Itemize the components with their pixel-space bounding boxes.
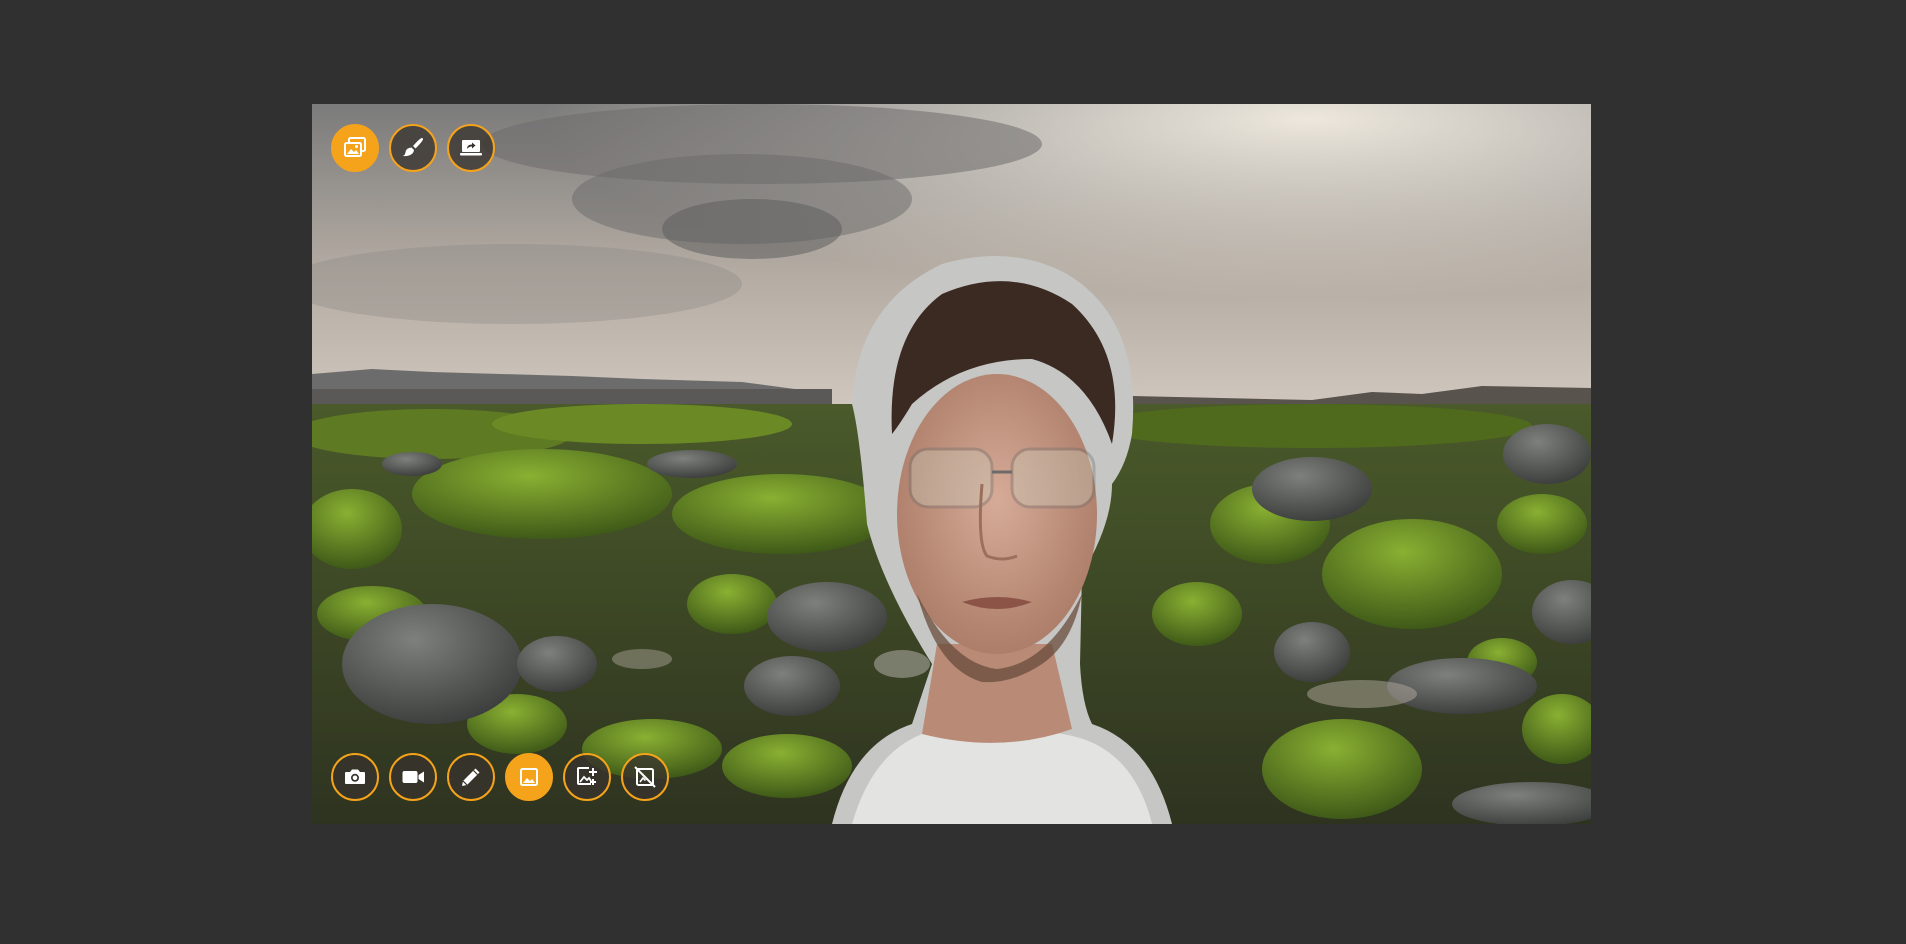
draw-button[interactable] xyxy=(447,753,495,801)
video-camera-icon xyxy=(402,771,424,783)
share-screen-icon xyxy=(460,140,482,156)
images-icon xyxy=(344,137,366,157)
add-image-icon xyxy=(577,767,597,785)
camera-icon xyxy=(345,769,365,784)
remove-background-button[interactable] xyxy=(621,753,669,801)
virtual-background-scene xyxy=(312,104,1591,824)
share-screen-button[interactable] xyxy=(447,124,495,172)
image-icon xyxy=(520,768,538,786)
background-image-button[interactable] xyxy=(505,753,553,801)
background-images-button[interactable] xyxy=(331,124,379,172)
take-photo-button[interactable] xyxy=(331,753,379,801)
effects-brush-button[interactable] xyxy=(389,124,437,172)
pencil-icon xyxy=(462,768,480,786)
bottom-toolbar xyxy=(331,753,669,801)
paintbrush-icon xyxy=(403,138,423,157)
top-toolbar xyxy=(331,124,495,172)
video-stage xyxy=(312,104,1591,824)
add-background-button[interactable] xyxy=(563,753,611,801)
no-image-icon xyxy=(634,766,656,788)
record-video-button[interactable] xyxy=(389,753,437,801)
